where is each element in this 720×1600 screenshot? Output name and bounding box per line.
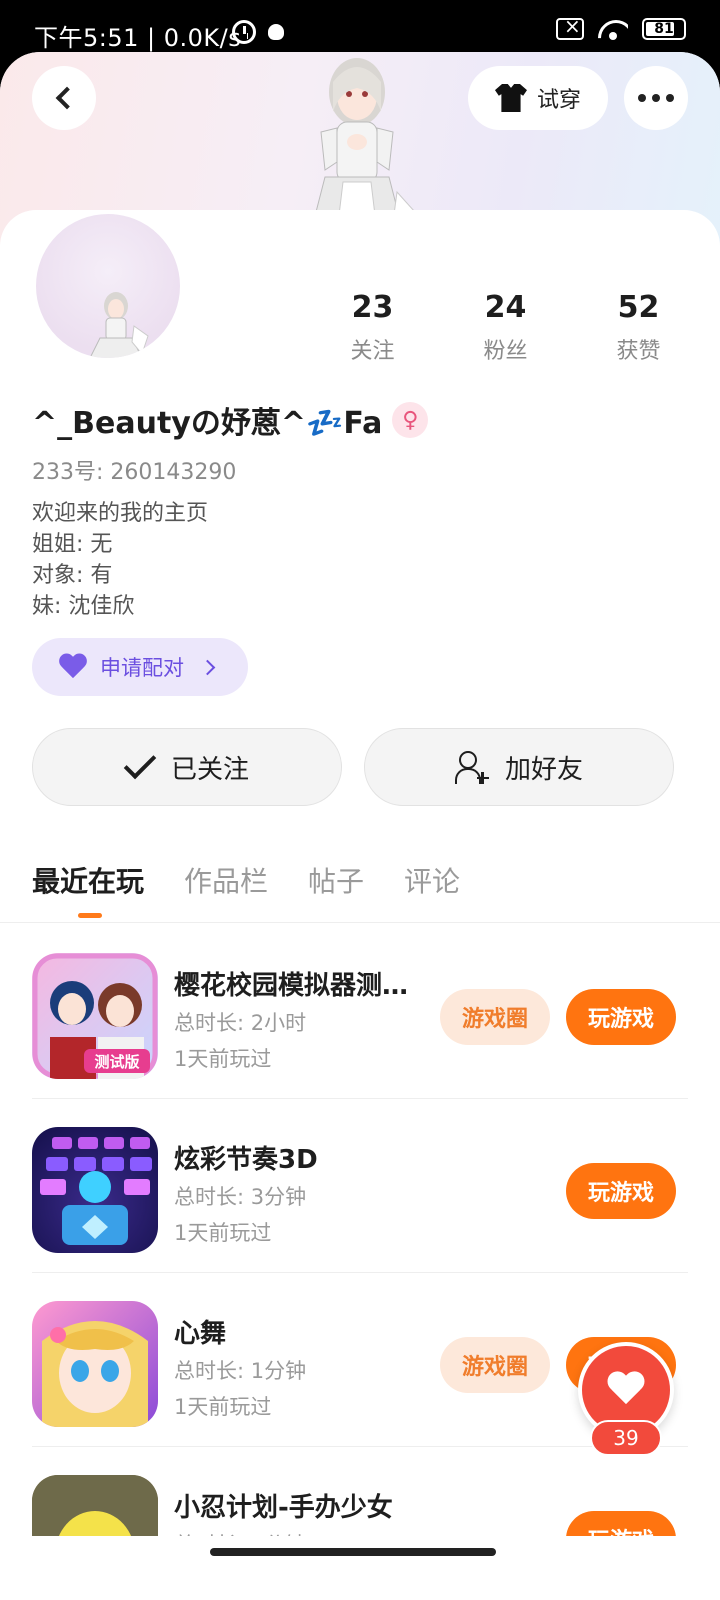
profile-card <box>0 210 720 1600</box>
avatar-figure <box>89 292 149 358</box>
wifi-icon <box>598 18 628 40</box>
back-button[interactable] <box>32 66 96 130</box>
no-sim-icon <box>556 14 584 40</box>
avatar[interactable] <box>32 210 184 362</box>
battery-icon: 81 <box>642 18 686 40</box>
alarm-icon <box>232 20 256 44</box>
status-time: 下午5:51 | 0.0K/s <box>34 24 242 52</box>
chevron-left-icon <box>55 86 79 110</box>
shirt-icon <box>494 84 527 112</box>
try-on-button[interactable]: 试穿 <box>468 66 608 130</box>
try-on-label: 试穿 <box>536 88 581 113</box>
app-notification-icon <box>268 24 284 40</box>
more-button[interactable] <box>624 66 688 130</box>
